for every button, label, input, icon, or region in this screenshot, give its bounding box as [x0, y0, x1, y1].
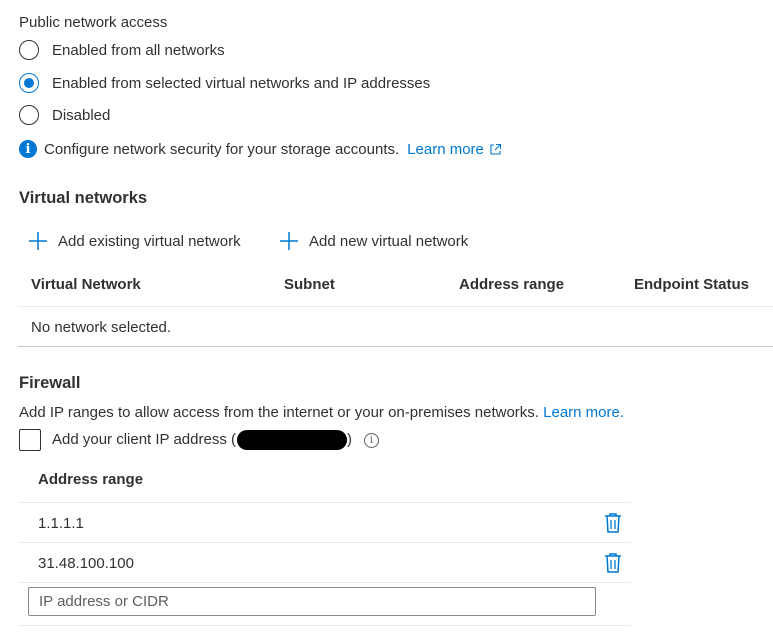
- external-link-icon: [490, 143, 501, 155]
- info-text: Configure network security for your stor…: [44, 140, 400, 158]
- table-row: 1.1.1.1: [18, 503, 631, 543]
- empty-state-text: No network selected.: [31, 319, 172, 336]
- redacted-ip-address: [236, 430, 347, 450]
- add-client-ip-label: Add your client IP address (): [52, 430, 352, 450]
- info-icon[interactable]: i: [363, 432, 379, 448]
- radio-enabled-selected-networks[interactable]: Enabled from selected virtual networks a…: [19, 71, 430, 95]
- public-network-access-label: Public network access: [19, 14, 168, 31]
- address-range-input-row: [18, 583, 631, 626]
- radio-label: Enabled from all networks: [52, 41, 225, 59]
- virtual-networks-table-header: Virtual Network Subnet Address range End…: [18, 270, 773, 307]
- radio-button[interactable]: [19, 40, 39, 60]
- client-ip-label-text: Add your client IP address (: [52, 430, 236, 448]
- column-address-range: Address range: [38, 471, 144, 488]
- address-range-value: 1.1.1.1: [38, 515, 84, 532]
- add-client-ip-row[interactable]: Add your client IP address () i: [19, 428, 379, 452]
- firewall-learn-more-link[interactable]: Learn more.: [543, 404, 624, 421]
- ip-address-input[interactable]: [28, 587, 596, 616]
- delete-trash-icon[interactable]: [603, 552, 623, 574]
- virtual-networks-empty-row: No network selected.: [18, 307, 773, 347]
- info-icon: i: [19, 140, 37, 158]
- network-security-info: i Configure network security for your st…: [19, 138, 502, 160]
- delete-trash-icon[interactable]: [603, 512, 623, 534]
- learn-more-link[interactable]: Learn more: [407, 141, 502, 158]
- add-client-ip-checkbox[interactable]: [19, 429, 41, 451]
- learn-more-link-text[interactable]: Learn more: [407, 141, 484, 158]
- radio-label: Enabled from selected virtual networks a…: [52, 74, 431, 92]
- add-existing-label: Add existing virtual network: [58, 232, 241, 250]
- radio-button-selected[interactable]: [19, 73, 39, 93]
- radio-disabled[interactable]: Disabled: [19, 103, 110, 127]
- address-range-table: Address range 1.1.1.1 31.48.100.100: [18, 462, 631, 626]
- radio-enabled-all-networks[interactable]: Enabled from all networks: [19, 38, 225, 62]
- add-existing-virtual-network-button[interactable]: Add existing virtual network: [28, 229, 241, 253]
- address-range-table-header: Address range: [18, 462, 631, 503]
- plus-icon: [29, 232, 47, 250]
- column-endpoint-status[interactable]: Endpoint Status: [634, 276, 749, 293]
- table-row: 31.48.100.100: [18, 543, 631, 583]
- firewall-description: Add IP ranges to allow access from the i…: [19, 404, 624, 421]
- add-new-label: Add new virtual network: [309, 232, 469, 250]
- column-address-range[interactable]: Address range: [459, 276, 564, 293]
- firewall-heading: Firewall: [19, 374, 81, 392]
- column-virtual-network[interactable]: Virtual Network: [31, 276, 141, 293]
- address-range-value: 31.48.100.100: [38, 555, 134, 572]
- client-ip-label-close: ): [346, 430, 352, 448]
- add-new-virtual-network-button[interactable]: Add new virtual network: [279, 229, 468, 253]
- plus-icon: [280, 232, 298, 250]
- virtual-networks-heading: Virtual networks: [19, 189, 148, 207]
- radio-dot: [24, 78, 34, 88]
- radio-button[interactable]: [19, 105, 39, 125]
- radio-label: Disabled: [52, 106, 111, 124]
- column-subnet[interactable]: Subnet: [284, 276, 335, 293]
- firewall-description-text: Add IP ranges to allow access from the i…: [19, 404, 539, 421]
